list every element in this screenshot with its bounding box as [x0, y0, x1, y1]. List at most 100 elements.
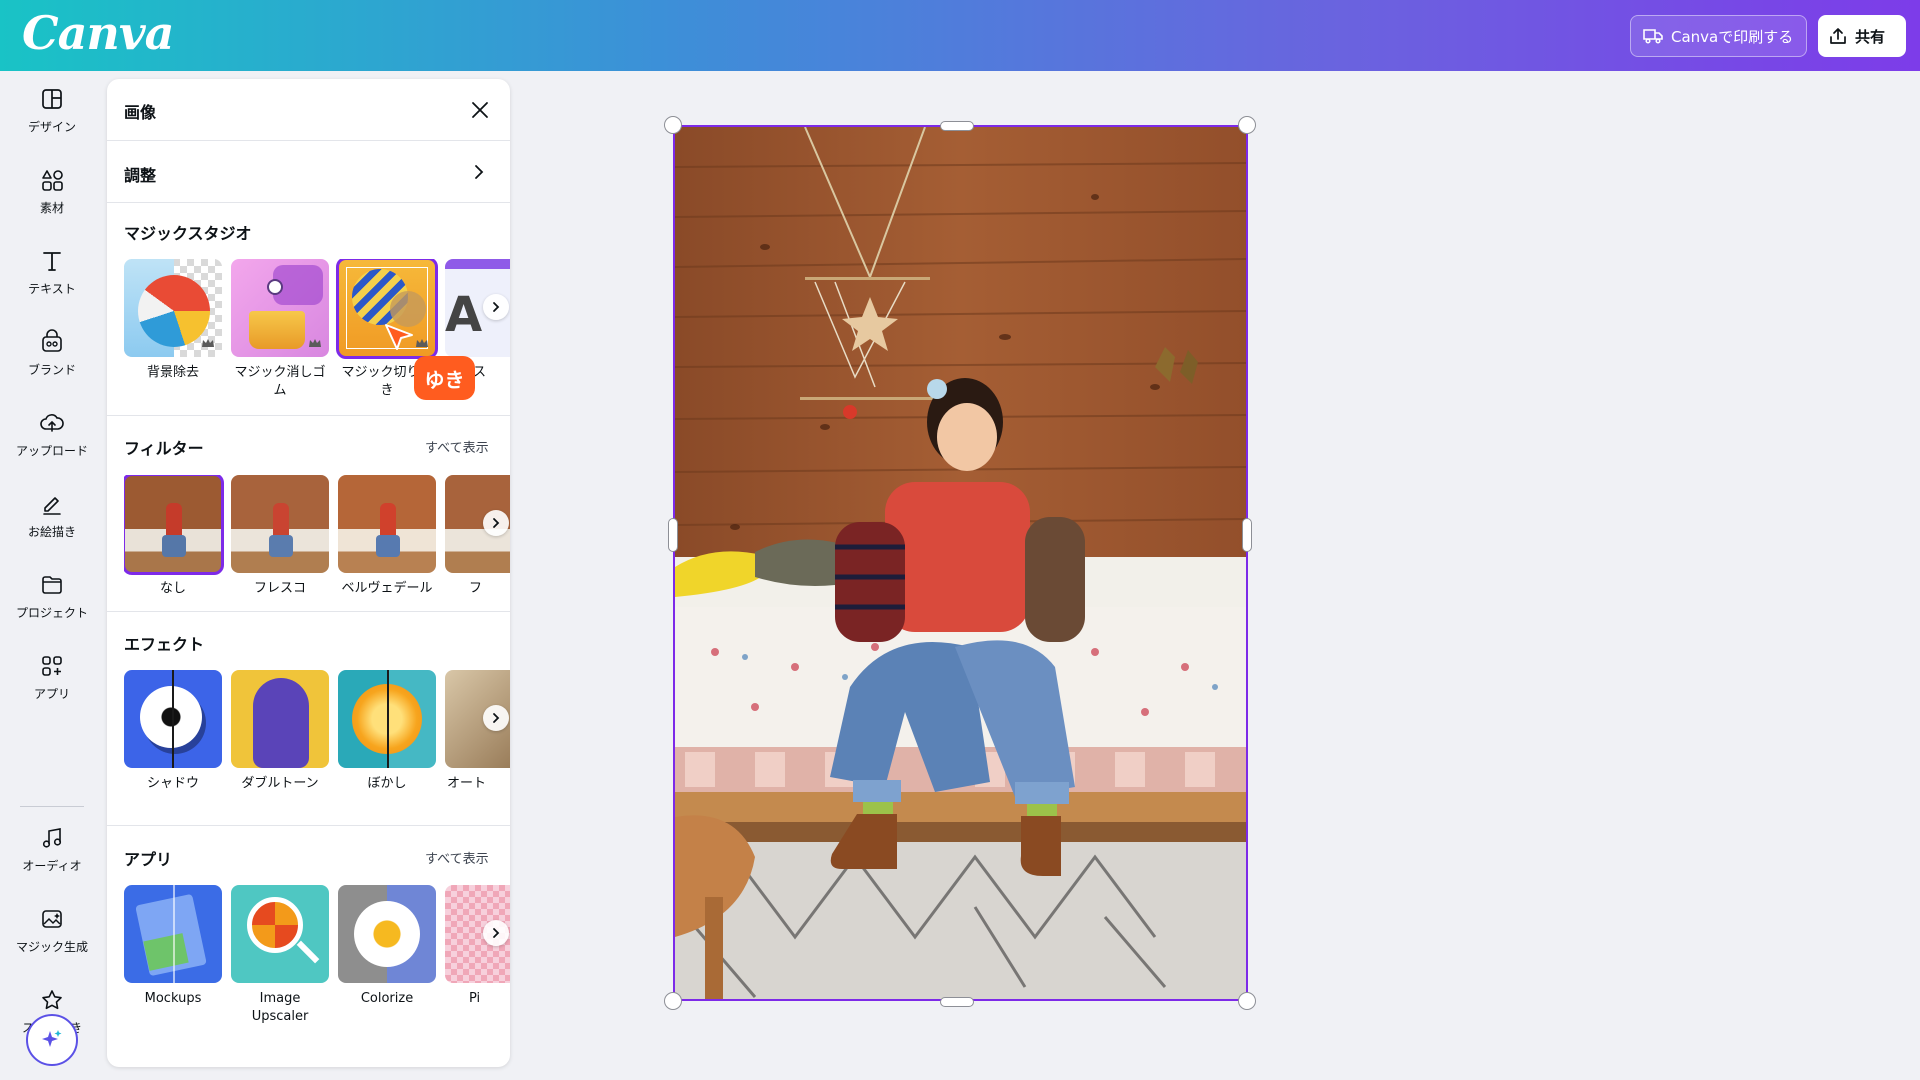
rail-item-design[interactable]: デザイン [0, 75, 104, 145]
rail-label: デザイン [27, 119, 76, 134]
filter-tiles: なし フレスコ ベルヴェデール フ [124, 475, 510, 615]
resize-handle-right[interactable] [1242, 518, 1252, 552]
app-colorize-thumbnail [338, 885, 436, 983]
collaborator-cursor-icon [385, 324, 413, 350]
effect-shadow-thumbnail [124, 670, 222, 768]
resize-handle-left[interactable] [668, 518, 678, 552]
magic-image-icon [42, 909, 62, 928]
magic-studio-scroll-right[interactable] [483, 294, 509, 320]
selected-photo[interactable] [673, 125, 1248, 1001]
tile-label: ベルヴェデール [341, 581, 433, 596]
filter-belvedere-thumbnail [338, 475, 436, 573]
tile-label: なし [159, 581, 186, 596]
tile-label: 背景除去 [146, 365, 199, 380]
sparkle-icon [42, 1030, 62, 1047]
crown-icon [202, 339, 214, 347]
app-colorize[interactable]: Colorize [338, 885, 436, 1008]
rail-label: ブランド [27, 362, 76, 377]
tile-magic-eraser[interactable]: マジック消しゴム [231, 259, 329, 399]
filters-see-all[interactable]: すべて表示 [425, 437, 489, 456]
folder-icon [42, 575, 62, 594]
rail-item-magic-media[interactable]: マジック生成 [0, 895, 104, 965]
panel-title: 画像 [124, 103, 157, 122]
magic-studio-title: マジックスタジオ [124, 224, 252, 243]
filters-scroll-right[interactable] [483, 510, 509, 536]
resize-handle-top-right[interactable] [1238, 116, 1256, 134]
app-mockups-thumbnail [124, 885, 222, 983]
tile-label: シャドウ [146, 776, 199, 791]
effect-duotone[interactable]: ダブルトーン [231, 670, 329, 793]
star-icon [42, 989, 62, 1009]
bg-remove-thumbnail [124, 259, 222, 357]
tile-background-remover[interactable]: 背景除去 [124, 259, 222, 382]
tile-label: フレスコ [253, 581, 306, 596]
rail-item-projects[interactable]: プロジェクト [0, 561, 104, 631]
filter-more[interactable]: フ [445, 475, 510, 598]
chevron-right-icon [493, 518, 500, 528]
share-button-label: 共有 [1855, 27, 1886, 46]
apps-title: アプリ [124, 850, 173, 869]
adjust-label: 調整 [124, 166, 157, 185]
effect-auto[interactable]: オート [445, 670, 510, 793]
app-image-upscaler[interactable]: Image Upscaler [231, 885, 329, 1026]
tile-label: ぼかし [367, 776, 407, 791]
truck-icon [1643, 29, 1663, 44]
magic-assistant-button[interactable] [26, 1014, 78, 1066]
filter-none[interactable]: なし [124, 475, 224, 598]
music-icon [42, 827, 62, 848]
crown-icon [309, 339, 321, 347]
shapes-icon [42, 169, 63, 191]
print-button-label: Canvaで印刷する [1671, 27, 1794, 46]
tile-label: Image Upscaler [251, 991, 309, 1024]
print-with-canva-button[interactable]: Canvaで印刷する [1630, 15, 1807, 57]
effect-duotone-thumbnail [231, 670, 329, 768]
close-panel-button[interactable] [465, 95, 495, 125]
tile-label: Mockups [144, 991, 202, 1006]
filter-fresco[interactable]: フレスコ [231, 475, 329, 598]
app-upscaler-thumbnail [231, 885, 329, 983]
tile-label: マジック消しゴム [234, 365, 326, 398]
resize-handle-bottom-right[interactable] [1238, 992, 1256, 1010]
apps-see-all[interactable]: すべて表示 [425, 848, 489, 867]
effect-shadow[interactable]: シャドウ [124, 670, 222, 793]
filter-fresco-thumbnail [231, 475, 329, 573]
brand-icon [42, 328, 62, 352]
rail-item-draw[interactable]: お絵描き [0, 480, 104, 550]
image-edit-panel: 画像 調整 マジックスタジオ 背景除去 マジック消しゴム マジック切り抜き A … [107, 79, 510, 1067]
effects-scroll-right[interactable] [483, 705, 509, 731]
close-icon [472, 102, 488, 118]
rail-item-apps[interactable]: アプリ [0, 642, 104, 712]
tile-label: ダブルトーン [241, 776, 319, 791]
resize-handle-bottom-left[interactable] [664, 992, 682, 1010]
resize-handle-top-left[interactable] [664, 116, 682, 134]
chevron-right-icon [493, 713, 500, 723]
layout-icon [42, 88, 62, 109]
resize-handle-bottom[interactable] [940, 997, 974, 1007]
magic-eraser-thumbnail [231, 259, 329, 357]
canva-logo[interactable]: Canva [22, 6, 174, 60]
rail-item-uploads[interactable]: アップロード [0, 399, 104, 469]
rail-item-elements[interactable]: 素材 [0, 156, 104, 226]
text-icon [43, 251, 61, 271]
pen-icon [43, 496, 61, 515]
rail-item-audio[interactable]: オーディオ [0, 814, 104, 884]
chevron-right-icon [493, 302, 500, 312]
app-mockups[interactable]: Mockups [124, 885, 222, 1008]
rail-item-brand[interactable]: ブランド [0, 318, 104, 388]
rail-label: 素材 [39, 200, 64, 215]
adjust-row[interactable]: 調整 [107, 141, 510, 203]
share-button[interactable]: 共有 [1818, 15, 1906, 57]
photo-image [675, 127, 1246, 999]
upload-share-icon [1830, 28, 1846, 44]
apps-scroll-right[interactable] [483, 920, 509, 946]
effect-blur-thumbnail [338, 670, 436, 768]
tile-label: Pi [469, 991, 481, 1006]
filter-belvedere[interactable]: ベルヴェデール [338, 475, 436, 598]
chevron-right-icon [475, 165, 484, 179]
effect-blur[interactable]: ぼかし [338, 670, 436, 793]
app-tiles: Mockups Image Upscaler Colorize Pi [124, 885, 510, 1055]
resize-handle-top[interactable] [940, 121, 974, 131]
effects-title: エフェクト [124, 635, 205, 654]
rail-item-text[interactable]: テキスト [0, 237, 104, 307]
app-more[interactable]: Pi [445, 885, 510, 1008]
